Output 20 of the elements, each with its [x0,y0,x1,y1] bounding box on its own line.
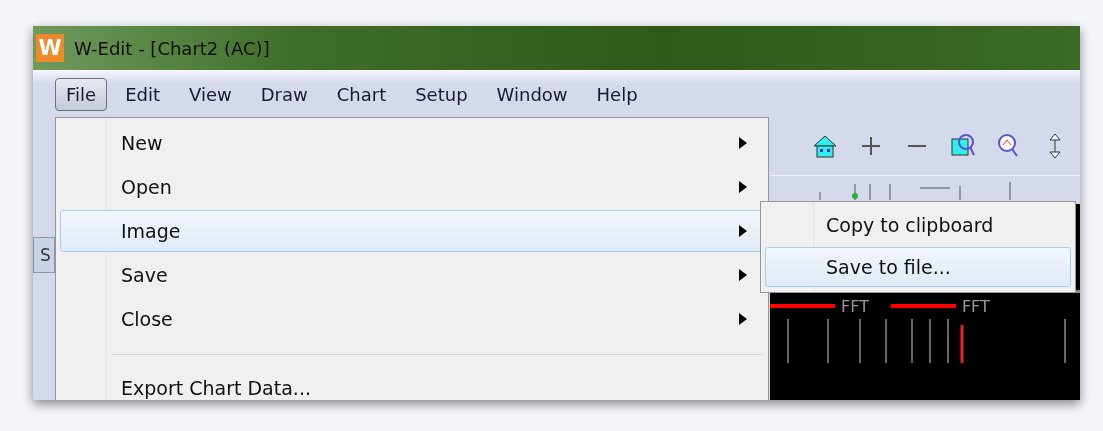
menu-item[interactable]: Draw [249,77,319,111]
menu-entry[interactable]: Export Chart Data... [60,367,764,400]
window-title: W-Edit - [Chart2 (AC)] [74,37,270,59]
legend-label: FFT [841,296,869,316]
menu-entry[interactable]: Save [60,254,764,296]
menu-item[interactable]: Edit [114,77,171,111]
side-tab[interactable]: S [33,237,55,273]
app-logo: W [36,34,64,62]
legend-label: FFT [961,296,990,316]
menu-entry[interactable]: Save to file... [765,247,1071,287]
menu-entry[interactable]: Close [60,298,764,340]
menu-item[interactable]: Window [485,77,579,111]
menu-entry[interactable]: New [60,122,764,164]
menu-item[interactable]: File [55,77,108,111]
menu-entry[interactable]: Copy to clipboard [765,205,1071,245]
menu-item[interactable]: View [178,77,243,111]
menu-entry[interactable]: Open [60,166,764,208]
menu-item[interactable]: Setup [404,77,479,111]
menu-item[interactable]: Chart [325,77,398,111]
menu-item[interactable]: Help [585,77,649,111]
